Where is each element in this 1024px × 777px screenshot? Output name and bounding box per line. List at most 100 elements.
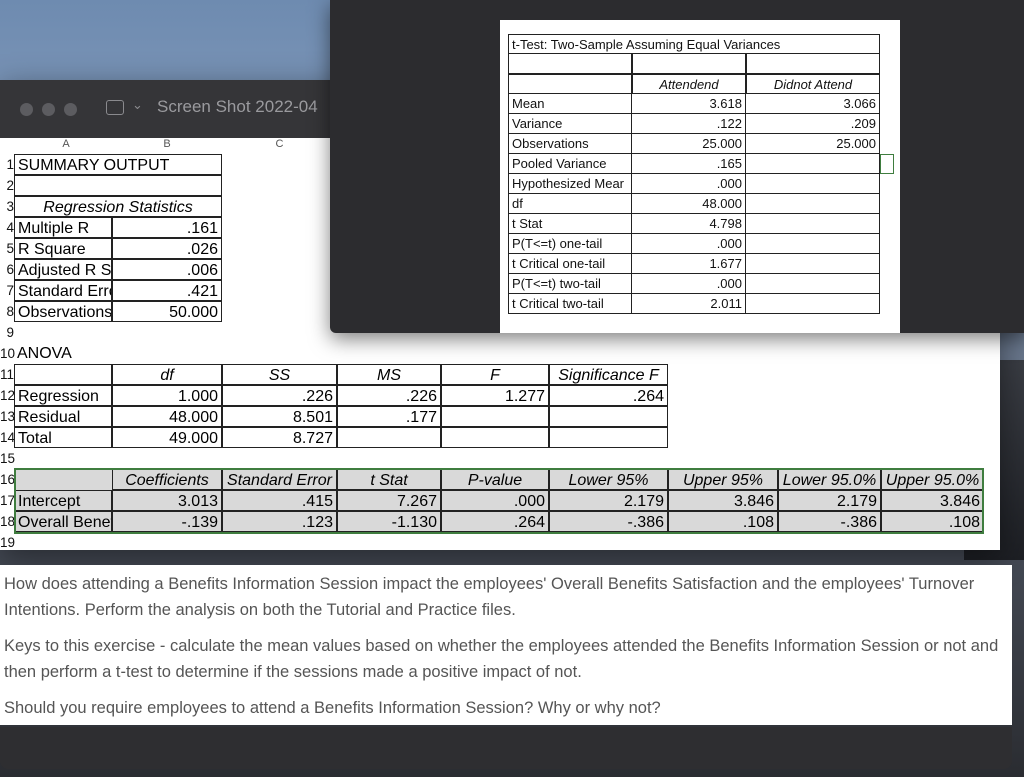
ttest-row-label[interactable]: df: [508, 194, 632, 214]
ttest-row-label[interactable]: Hypothesized Mear: [508, 174, 632, 194]
ttest-header-didnot[interactable]: Didnot Attend: [746, 74, 880, 94]
anova-row-label[interactable]: Total: [14, 427, 112, 448]
empty-cell[interactable]: [508, 54, 632, 74]
anova-header-ms[interactable]: MS: [337, 364, 441, 385]
regression-stats-header[interactable]: Regression Statistics: [14, 196, 222, 217]
reg-stat-label[interactable]: Multiple R: [14, 217, 112, 238]
row-number[interactable]: 11: [0, 364, 14, 385]
ttest-value-didnot[interactable]: [746, 294, 880, 314]
anova-cell-sig[interactable]: .264: [549, 385, 668, 406]
row-number[interactable]: 3: [0, 196, 14, 217]
row-number[interactable]: 16: [0, 469, 15, 490]
anova-cell-sig[interactable]: [549, 427, 668, 448]
anova-cell-ss[interactable]: .226: [222, 385, 337, 406]
anova-cell-ms[interactable]: .226: [337, 385, 441, 406]
reg-stat-value[interactable]: .421: [112, 280, 222, 301]
row-number[interactable]: 18: [0, 511, 15, 532]
reg-stat-value[interactable]: .006: [112, 259, 222, 280]
reg-stat-value[interactable]: .161: [112, 217, 222, 238]
ttest-value-attended[interactable]: 1.677: [632, 254, 746, 274]
anova-header-f[interactable]: F: [441, 364, 549, 385]
anova-cell-f[interactable]: 1.277: [441, 385, 549, 406]
empty-cell[interactable]: [746, 54, 880, 74]
minimize-light-icon[interactable]: [42, 103, 55, 116]
row-number[interactable]: 13: [0, 406, 15, 427]
row-number[interactable]: 5: [0, 238, 14, 259]
anova-cell-ss[interactable]: 8.727: [222, 427, 337, 448]
ttest-value-didnot[interactable]: [746, 174, 880, 194]
ttest-header-attended[interactable]: Attendend: [632, 74, 746, 94]
ttest-value-didnot[interactable]: [746, 214, 880, 234]
reg-stat-label[interactable]: Observations: [14, 301, 112, 322]
ttest-row-label[interactable]: P(T<=t) one-tail: [508, 234, 632, 254]
ttest-value-didnot[interactable]: 3.066: [746, 94, 880, 114]
ttest-value-didnot[interactable]: [746, 154, 880, 174]
summary-output-title[interactable]: SUMMARY OUTPUT: [14, 154, 222, 175]
col-header-a[interactable]: A: [20, 138, 112, 154]
anova-cell-df[interactable]: 1.000: [112, 385, 222, 406]
ttest-value-attended[interactable]: .000: [632, 274, 746, 294]
anova-cell-sig[interactable]: [549, 406, 668, 427]
sidebar-icon[interactable]: [106, 100, 124, 115]
anova-header-df[interactable]: df: [112, 364, 222, 385]
ttest-value-didnot[interactable]: [746, 234, 880, 254]
reg-stat-label[interactable]: Adjusted R Squ: [14, 259, 112, 280]
ttest-row-label[interactable]: t Critical two-tail: [508, 294, 632, 314]
row-number[interactable]: 1: [0, 154, 14, 175]
empty-cell[interactable]: [14, 364, 112, 385]
ttest-row-label[interactable]: Observations: [508, 134, 632, 154]
ttest-value-attended[interactable]: .122: [632, 114, 746, 134]
row-number[interactable]: 17: [0, 490, 15, 511]
anova-cell-f[interactable]: [441, 406, 549, 427]
row-number[interactable]: 14: [0, 427, 15, 448]
anova-row-label[interactable]: Regression: [14, 385, 112, 406]
empty-cell[interactable]: [508, 74, 632, 94]
anova-cell-ms[interactable]: [337, 427, 441, 448]
anova-cell-df[interactable]: 49.000: [112, 427, 222, 448]
ttest-row-label[interactable]: Variance: [508, 114, 632, 134]
ttest-row-label[interactable]: Pooled Variance: [508, 154, 632, 174]
anova-cell-f[interactable]: [441, 427, 549, 448]
reg-stat-value[interactable]: 50.000: [112, 301, 222, 322]
reg-stat-value[interactable]: .026: [112, 238, 222, 259]
anova-cell-df[interactable]: 48.000: [112, 406, 222, 427]
ttest-value-attended[interactable]: 48.000: [632, 194, 746, 214]
row-number[interactable]: 8: [0, 301, 14, 322]
zoom-light-icon[interactable]: [64, 103, 77, 116]
row-number[interactable]: 19: [0, 532, 15, 553]
anova-cell-ss[interactable]: 8.501: [222, 406, 337, 427]
ttest-value-attended[interactable]: .000: [632, 234, 746, 254]
ttest-row-label[interactable]: P(T<=t) two-tail: [508, 274, 632, 294]
row-number[interactable]: 7: [0, 280, 14, 301]
ttest-value-didnot[interactable]: [746, 254, 880, 274]
ttest-row-label[interactable]: Mean: [508, 94, 632, 114]
row-number[interactable]: 15: [0, 448, 15, 469]
ttest-value-didnot[interactable]: .209: [746, 114, 880, 134]
row-number[interactable]: 2: [0, 175, 14, 196]
row-number[interactable]: 12: [0, 385, 15, 406]
row-number[interactable]: 9: [0, 322, 14, 343]
ttest-value-didnot[interactable]: [746, 194, 880, 214]
row-number[interactable]: 4: [0, 217, 14, 238]
ttest-value-attended[interactable]: 4.798: [632, 214, 746, 234]
anova-header-ss[interactable]: SS: [222, 364, 337, 385]
ttest-value-attended[interactable]: 2.011: [632, 294, 746, 314]
col-header-b[interactable]: B: [112, 138, 222, 154]
anova-row-label[interactable]: Residual: [14, 406, 112, 427]
ttest-row-label[interactable]: t Stat: [508, 214, 632, 234]
ttest-value-didnot[interactable]: 25.000: [746, 134, 880, 154]
ttest-value-didnot[interactable]: [746, 274, 880, 294]
empty-cell[interactable]: [632, 54, 746, 74]
ttest-title[interactable]: t-Test: Two-Sample Assuming Equal Varian…: [508, 34, 880, 54]
empty-cell[interactable]: [14, 175, 222, 196]
col-header-c[interactable]: C: [222, 138, 337, 154]
ttest-value-attended[interactable]: 25.000: [632, 134, 746, 154]
ttest-value-attended[interactable]: .000: [632, 174, 746, 194]
anova-title[interactable]: ANOVA: [14, 343, 114, 364]
reg-stat-label[interactable]: Standard Error: [14, 280, 112, 301]
ttest-row-label[interactable]: t Critical one-tail: [508, 254, 632, 274]
close-light-icon[interactable]: [20, 103, 33, 116]
row-number[interactable]: 6: [0, 259, 14, 280]
anova-header-significance[interactable]: Significance F: [549, 364, 668, 385]
ttest-value-attended[interactable]: .165: [632, 154, 746, 174]
